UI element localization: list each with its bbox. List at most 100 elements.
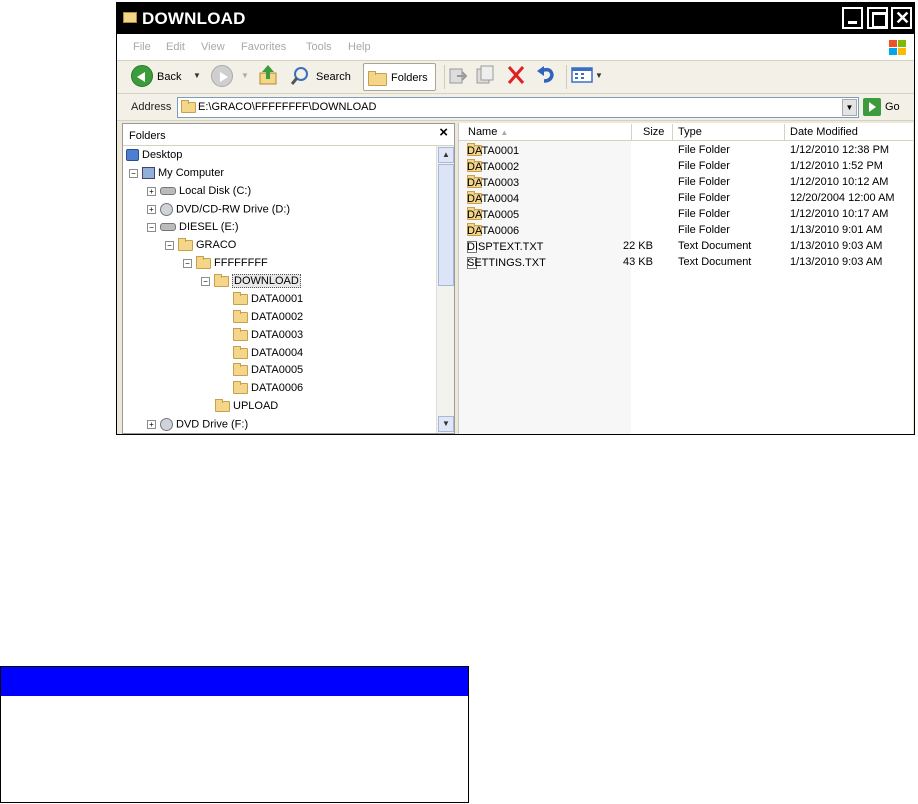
folders-pane-title: Folders [129,130,166,142]
address-bar: Address E:\GRACO\FFFFFFFF\DOWNLOAD ▼ Go [117,94,914,121]
tree-item-local-disk-c[interactable]: + Local Disk (C:) [147,185,251,201]
expand-icon[interactable]: + [147,186,156,196]
undo-button[interactable] [535,63,559,91]
move-to-icon [449,68,468,84]
tree-item-ffffffff[interactable]: − FFFFFFFF [183,255,268,273]
collapse-icon[interactable]: − [129,168,138,178]
menu-bar: File Edit View Favorites Tools Help [117,34,914,61]
menu-view[interactable]: View [201,41,225,53]
computer-icon [142,167,155,180]
tree-item-data0003[interactable]: DATA0003 [233,327,303,345]
folder-icon [181,100,196,113]
tree-item-my-computer[interactable]: − My Computer [129,167,224,183]
tree-item-data0002[interactable]: DATA0002 [233,309,303,327]
collapse-icon[interactable]: − [147,222,156,232]
views-button[interactable]: ▼ [571,63,605,91]
collapse-icon[interactable]: − [201,276,210,286]
move-to-button[interactable] [448,63,470,91]
folder-tree: Desktop − My Computer + Local Disk (C:) + D… [123,146,435,433]
forward-dropdown-icon[interactable]: ▼ [241,71,249,80]
tree-item-dvd-cd-rw-d[interactable]: + DVD/CD-RW Drive (D:) [147,203,290,219]
folder-icon [233,291,248,305]
address-dropdown-icon[interactable]: ▼ [842,99,857,116]
desktop-icon [126,149,139,162]
file-row[interactable]: DATA0002 File Folder 1/12/2010 1:52 PM [459,159,913,175]
title-bar[interactable]: DOWNLOAD ✕ [117,3,914,34]
collapse-icon[interactable]: − [183,258,192,268]
scrollbar-thumb[interactable] [438,164,454,286]
column-header-date-modified[interactable]: Date Modified [790,126,858,138]
tree-item-data0005[interactable]: DATA0005 [233,362,303,380]
tree-item-data0006[interactable]: DATA0006 [233,380,303,398]
column-divider[interactable] [631,124,632,140]
tree-item-upload[interactable]: UPLOAD [215,398,278,416]
menu-edit[interactable]: Edit [166,41,185,53]
tree-item-desktop[interactable]: Desktop [126,149,182,165]
expand-icon[interactable]: + [147,420,156,429]
copy-to-button[interactable] [475,63,497,91]
delete-button[interactable] [506,63,528,91]
file-list-pane: Name ▲ Size Type Date Modified DATA0001 … [458,123,913,434]
close-icon[interactable]: × [439,124,448,141]
expand-icon[interactable]: + [147,205,156,214]
folders-pane: Folders × Desktop − My Computer + Local Di… [122,123,455,434]
minimize-button[interactable] [842,7,863,29]
column-divider[interactable] [784,124,785,140]
maximize-button[interactable] [867,7,888,29]
back-button[interactable]: Back [129,63,189,91]
folders-icon [368,71,387,86]
tree-item-data0001[interactable]: DATA0001 [233,291,303,309]
file-row[interactable]: DATA0003 File Folder 1/12/2010 10:12 AM [459,175,913,191]
file-row[interactable]: DATA0004 File Folder 12/20/2004 12:00 AM [459,191,913,207]
folder-icon [196,255,211,269]
folder-icon [178,237,193,251]
tree-item-diesel-e[interactable]: − DIESEL (E:) [147,221,239,237]
scroll-down-icon[interactable]: ▼ [438,416,454,432]
back-arrow-icon [131,65,153,87]
back-dropdown-icon[interactable]: ▼ [193,71,201,80]
toolbar: Back ▼ ▼ Search Folders ▼ [117,61,914,94]
menu-favorites[interactable]: Favorites [241,41,286,53]
close-button[interactable]: ✕ [891,7,912,29]
file-row[interactable]: SETTINGS.TXT 43 KB Text Document 1/13/20… [459,255,913,271]
menu-file[interactable]: File [133,41,151,53]
forward-button[interactable] [211,63,235,91]
scroll-up-icon[interactable]: ▲ [438,147,454,163]
column-header-name[interactable]: Name ▲ [468,126,508,138]
search-button[interactable]: Search [289,63,357,91]
menu-tools[interactable]: Tools [306,41,332,53]
tree-scrollbar[interactable]: ▲ ▼ [436,146,454,433]
file-row[interactable]: DATA0005 File Folder 1/12/2010 10:17 AM [459,207,913,223]
address-input[interactable]: E:\GRACO\FFFFFFFF\DOWNLOAD ▼ [177,97,859,118]
go-arrow-icon[interactable] [863,98,881,116]
tree-item-data0004[interactable]: DATA0004 [233,345,303,363]
window-title: DOWNLOAD [142,9,246,28]
column-header-type[interactable]: Type [678,126,702,138]
dvd-icon [160,418,173,431]
folders-button[interactable]: Folders [363,63,436,91]
tree-item-download[interactable]: − DOWNLOAD [201,273,301,291]
collapse-icon[interactable]: − [165,240,174,250]
folder-icon [123,12,137,23]
folder-icon [233,327,248,341]
file-row[interactable]: DATA0001 File Folder 1/12/2010 12:38 PM [459,143,913,159]
tree-item-dvd-drive-f[interactable]: + DVD Drive (F:) [147,418,248,433]
up-folder-button[interactable] [257,63,281,91]
file-row[interactable]: DATA0006 File Folder 1/13/2010 9:01 AM [459,223,913,239]
address-path: E:\GRACO\FFFFFFFF\DOWNLOAD [198,101,377,113]
dvd-icon [160,203,173,216]
folder-open-icon [214,273,229,287]
file-row[interactable]: DISPTEXT.TXT 22 KB Text Document 1/13/20… [459,239,913,255]
close-icon: ✕ [895,8,911,28]
column-divider[interactable] [672,124,673,140]
note-box [0,666,469,803]
column-header-size[interactable]: Size [643,126,664,138]
tree-item-graco[interactable]: − GRACO [165,237,236,255]
menu-help[interactable]: Help [348,41,371,53]
folder-icon [233,362,248,376]
sort-ascending-icon: ▲ [500,128,509,137]
up-folder-icon [259,65,277,85]
go-button[interactable]: Go [885,101,900,113]
drive-icon [160,223,176,232]
note-box-header [1,667,468,696]
